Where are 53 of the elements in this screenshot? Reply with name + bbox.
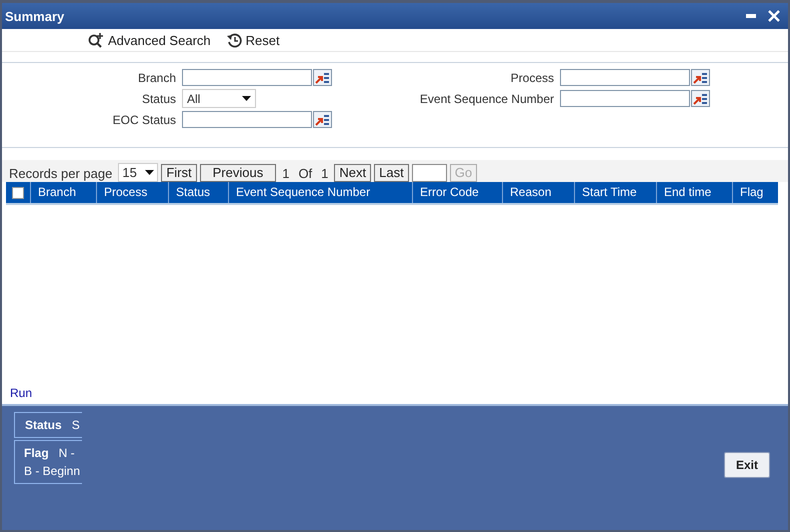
- dropdown-caret-icon: [145, 170, 154, 175]
- column-header[interactable]: Error Code: [412, 182, 502, 203]
- page-number: 1: [281, 166, 290, 182]
- legend-label: Status: [25, 418, 62, 432]
- of-label: Of: [297, 166, 314, 182]
- page-total: 1: [320, 166, 330, 182]
- reset-icon: [226, 32, 242, 48]
- dropdown-caret-icon: [242, 96, 251, 101]
- list-of-values-button[interactable]: [313, 111, 332, 128]
- select-all-checkbox[interactable]: [12, 186, 24, 198]
- column-header[interactable]: Flag: [732, 182, 776, 203]
- list-of-values-button[interactable]: [313, 69, 332, 86]
- reset-button[interactable]: Reset: [226, 32, 280, 48]
- field-label: Branch: [136, 70, 177, 86]
- column-header[interactable]: Branch: [30, 182, 96, 203]
- field-label: EOC Status: [112, 112, 177, 128]
- column-header[interactable]: Status: [168, 182, 228, 203]
- list-of-values-button[interactable]: [691, 69, 710, 86]
- list-picker-icon: [315, 114, 330, 126]
- exit-button[interactable]: Exit: [724, 452, 770, 478]
- legend-text: S: [72, 418, 80, 432]
- legend-text: N -: [58, 446, 75, 460]
- list-picker-icon: [315, 72, 330, 84]
- column-header[interactable]: Reason: [502, 182, 574, 203]
- field-label: Process: [510, 70, 555, 86]
- close-icon[interactable]: [768, 10, 780, 22]
- advanced-button[interactable]: Advanced Search: [88, 32, 211, 48]
- field-label: Event Sequence Number: [418, 90, 555, 108]
- search-plus-icon: [88, 32, 104, 48]
- column-header[interactable]: Start Time: [574, 182, 656, 203]
- list-picker-icon: [693, 92, 708, 104]
- text-field[interactable]: [182, 69, 312, 86]
- next-button[interactable]: Next: [334, 164, 372, 182]
- first-button[interactable]: First: [161, 164, 197, 182]
- list-picker-icon: [693, 72, 708, 84]
- field-label: Status: [140, 90, 177, 108]
- last-button[interactable]: Last: [374, 164, 409, 182]
- text-field[interactable]: [560, 69, 690, 86]
- dropdown[interactable]: All: [182, 89, 256, 108]
- column-header[interactable]: Process: [96, 182, 168, 203]
- window-title: Summary: [5, 8, 64, 24]
- previous-button[interactable]: Previous: [200, 164, 276, 182]
- text-field[interactable]: [560, 90, 690, 107]
- list-of-values-button[interactable]: [691, 90, 710, 107]
- page-input[interactable]: [412, 164, 447, 182]
- page-size-dropdown[interactable]: 15: [118, 163, 158, 182]
- legend-label: Flag: [24, 446, 49, 460]
- column-header[interactable]: Event Sequence Number: [228, 182, 412, 203]
- legend-text: B - Beginn: [24, 464, 82, 478]
- run-link[interactable]: Run: [10, 386, 788, 400]
- column-header[interactable]: End time: [656, 182, 732, 203]
- records-label: Records per page: [8, 166, 114, 182]
- text-field[interactable]: [182, 111, 312, 128]
